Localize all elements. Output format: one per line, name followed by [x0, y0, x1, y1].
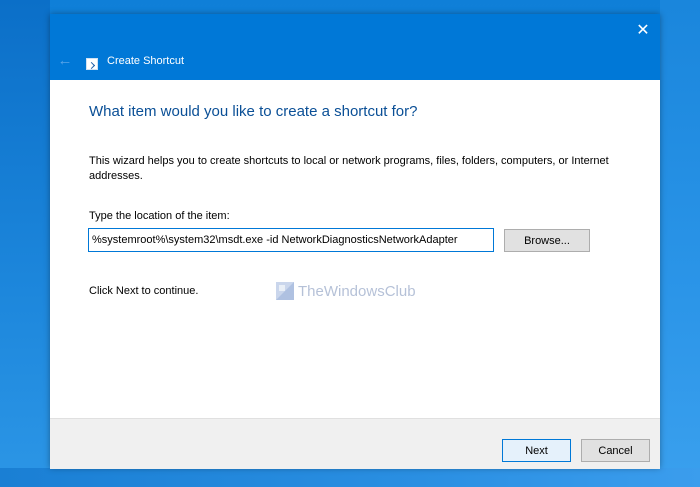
browse-button[interactable]: Browse... [504, 229, 590, 252]
page-heading: What item would you like to create a sho… [89, 103, 418, 120]
location-label: Type the location of the item: [89, 210, 230, 222]
continue-hint: Click Next to continue. [89, 285, 199, 297]
close-icon: ✕ [636, 22, 650, 39]
shortcut-icon [86, 58, 98, 70]
next-button[interactable]: Next [502, 439, 571, 462]
desktop-background-right [660, 0, 700, 487]
back-arrow-icon: ← [57, 52, 73, 69]
wizard-description: This wizard helps you to create shortcut… [89, 155, 609, 182]
location-input[interactable] [88, 228, 494, 252]
cancel-button[interactable]: Cancel [581, 439, 650, 462]
title-bar: ✕ ← Create Shortcut [50, 14, 660, 80]
desktop-background-left [0, 0, 50, 487]
watermark-logo-icon [276, 282, 294, 300]
back-button[interactable]: ← [56, 52, 74, 70]
button-footer: Next Cancel [50, 418, 660, 469]
watermark: TheWindowsClub [276, 282, 416, 300]
close-button[interactable]: ✕ [626, 14, 660, 46]
create-shortcut-window: ✕ ← Create Shortcut What item would you … [50, 14, 660, 469]
window-title: Create Shortcut [107, 55, 185, 67]
desktop-background-bottom [0, 468, 700, 487]
watermark-text: TheWindowsClub [298, 282, 416, 300]
